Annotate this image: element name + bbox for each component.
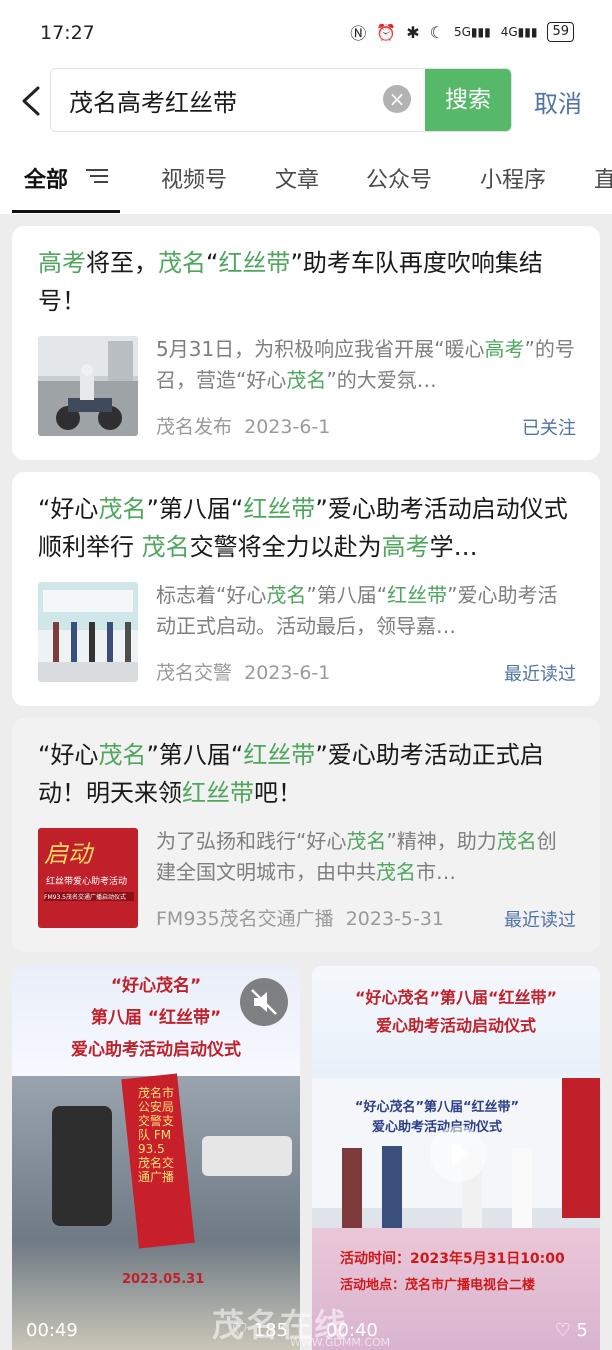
- article-source: 茂名发布 2023-6-1: [156, 416, 331, 438]
- read-status[interactable]: 最近读过: [504, 906, 576, 932]
- keyword-highlight: 茂名: [266, 583, 307, 607]
- ceremony-photo: [38, 582, 138, 682]
- text-segment: “: [206, 249, 219, 277]
- status-bar: 17:27 Ⓝ ⏰ ✱ ☾ 5G▮▮▮ 4G▮▮▮ 59: [0, 0, 612, 66]
- text-segment: 标志着“好心: [156, 583, 267, 607]
- keyword-highlight: 高考: [381, 533, 430, 561]
- search-button[interactable]: 搜索: [425, 69, 511, 131]
- follow-status[interactable]: 已关注: [522, 414, 576, 440]
- article-card[interactable]: 高考将至，茂名“红丝带”助考车队再度吹响集结号！ 5月31日，为积极响应我省开展…: [12, 226, 600, 460]
- text-segment: 学…: [429, 533, 478, 561]
- banner-line: 爱心助考活动启动仪式: [375, 1016, 536, 1035]
- battery-icon: 59: [547, 22, 574, 42]
- info-time: 活动时间：2023年5月31日10:00: [340, 1251, 565, 1267]
- thumb-small-text: FM93.5茂名交通广播启动仪式: [44, 892, 134, 901]
- article-summary: 5月31日，为积极响应我省开展“暖心高考”的号召，营造“好心茂名”的大爱氛…: [156, 334, 576, 396]
- moon-icon: ☾: [429, 22, 444, 42]
- keyword-highlight: 茂名: [158, 249, 206, 277]
- search-row: 茂名高考红丝带 × 搜索 取消: [0, 66, 612, 138]
- article-thumbnail: [38, 336, 138, 436]
- thumb-line-text: 红丝带爱心助考活动: [46, 877, 128, 887]
- cancel-button[interactable]: 取消: [534, 84, 582, 119]
- clear-icon[interactable]: ×: [383, 85, 411, 113]
- text-segment: ”的大爱氛…: [326, 368, 437, 392]
- article-title: “好心茂名”第八届“红丝带”爱心助考活动正式启动！明天来领红丝带吧！: [38, 736, 578, 812]
- keyword-highlight: 红丝带: [182, 779, 254, 807]
- bluetooth-icon: ✱: [406, 22, 420, 42]
- keyword-highlight: 红丝带: [218, 249, 291, 277]
- text-segment: 吧！: [254, 779, 302, 807]
- keyword-highlight: 高考: [484, 337, 525, 361]
- text-segment: ”精神，助力: [386, 829, 497, 853]
- article-card[interactable]: “好心茂名”第八届“红丝带”爱心助考活动正式启动！明天来领红丝带吧！ 启动 红丝…: [12, 718, 600, 952]
- text-segment: 5月31日，为积极响应我省开展“暖心: [156, 337, 485, 361]
- tab-mini-programs[interactable]: 小程序: [480, 162, 546, 194]
- date-overlay: 2023.05.31: [122, 1272, 205, 1287]
- text-segment: ”第八届“: [146, 741, 244, 769]
- video-frame: “好心茂名”第八届“红丝带” 爱心助考活动启动仪式 活动时间：2023年5月31…: [312, 1078, 600, 1350]
- article-source: 茂名交警 2023-6-1: [156, 662, 331, 684]
- search-box: 茂名高考红丝带 × 搜索: [50, 68, 512, 132]
- filter-icon[interactable]: [86, 168, 108, 184]
- text-segment: 为了弘扬和践行“好心: [156, 829, 347, 853]
- text-segment: 市…: [416, 860, 456, 884]
- mute-icon[interactable]: [240, 978, 288, 1026]
- keyword-highlight: 茂名: [98, 495, 147, 523]
- text-segment: 将至，: [86, 249, 158, 277]
- video-tile[interactable]: “好心茂名”第八届“红丝带” 爱心助考活动启动仪式 “好心茂名”第八届“红丝带”…: [312, 966, 600, 1350]
- article-source: FM935茂名交通广播 2023-5-31: [156, 908, 445, 930]
- tab-official-accounts[interactable]: 公众号: [366, 162, 432, 194]
- watermark-url: WWW.GDMM.COM: [290, 1336, 391, 1349]
- nfc-icon: Ⓝ: [350, 24, 367, 43]
- keyword-highlight: 茂名: [286, 368, 327, 392]
- text-segment: ”第八届“: [306, 583, 388, 607]
- tab-articles[interactable]: 文章: [275, 162, 319, 194]
- keyword-highlight: 红丝带: [387, 583, 448, 607]
- article-thumbnail: 启动 红丝带爱心助考活动 FM93.5茂名交通广播启动仪式: [38, 828, 138, 928]
- search-input[interactable]: 茂名高考红丝带: [69, 83, 237, 118]
- article-title: “好心茂名”第八届“红丝带”爱心助考活动启动仪式顺利举行 茂名交警将全力以赴为高…: [38, 490, 578, 566]
- text-segment: 交警将全力以赴为: [189, 533, 382, 561]
- ribbon-text: 茂名市公安局交警支队 FM93.5 茂名交通广播: [138, 1086, 175, 1184]
- keyword-highlight: 茂名: [141, 533, 190, 561]
- tab-channels[interactable]: 视频号: [161, 162, 227, 194]
- video-tile[interactable]: “好心茂名” 第八届 “红丝带” 爱心助考活动启动仪式 茂名市公安局交警支队 F…: [12, 966, 300, 1350]
- keyword-highlight: 高考: [38, 249, 86, 277]
- text-segment: “好心: [38, 741, 99, 769]
- article-thumbnail: [38, 582, 138, 682]
- signal-5g-icon: 5G▮▮▮: [453, 25, 491, 39]
- back-arrow-icon[interactable]: [18, 84, 46, 118]
- video-banner: “好心茂名”第八届“红丝带” 爱心助考活动启动仪式: [312, 966, 600, 1078]
- keyword-highlight: 茂名: [346, 829, 387, 853]
- article-card[interactable]: “好心茂名”第八届“红丝带”爱心助考活动启动仪式顺利举行 茂名交警将全力以赴为高…: [12, 472, 600, 706]
- read-status[interactable]: 最近读过: [504, 660, 576, 686]
- keyword-highlight: 茂名: [376, 860, 416, 884]
- keyword-highlight: 红丝带: [243, 495, 316, 523]
- keyword-highlight: 茂名: [496, 829, 537, 853]
- text-segment: ”第八届“: [146, 495, 244, 523]
- text-segment: “好心: [38, 495, 99, 523]
- filter-tabs: 全部 视频号 文章 公众号 小程序 直: [0, 138, 612, 214]
- banner-line: 爱心助考活动启动仪式: [71, 1040, 241, 1060]
- video-likes: ♡ 5: [554, 1320, 588, 1341]
- article-summary: 标志着“好心茂名”第八届“红丝带”爱心助考活动正式启动。活动最后，领导嘉…: [156, 580, 576, 642]
- banner-line: “好心茂名”第八届“红丝带”: [354, 988, 558, 1007]
- stage-line: “好心茂名”第八届“红丝带”: [354, 1100, 520, 1115]
- video-duration: 00:49: [26, 1320, 78, 1341]
- keyword-highlight: 茂名: [98, 741, 147, 769]
- alarm-icon: ⏰: [376, 22, 397, 42]
- info-place: 活动地点：茂名市广播电视台二楼: [340, 1278, 536, 1293]
- article-summary: 为了弘扬和践行“好心茂名”精神，助力茂名创建全国文明城市，由中共茂名市…: [156, 826, 576, 888]
- signal-4g-icon: 4G▮▮▮: [500, 25, 538, 39]
- keyword-highlight: 红丝带: [243, 741, 316, 769]
- motorcycle-photo: [38, 336, 138, 436]
- status-icons: Ⓝ ⏰ ✱ ☾ 5G▮▮▮ 4G▮▮▮ 59: [350, 20, 574, 44]
- active-tab-indicator: [12, 210, 120, 213]
- article-title: 高考将至，茂名“红丝带”助考车队再度吹响集结号！: [38, 244, 578, 320]
- status-time: 17:27: [40, 22, 95, 44]
- tab-all[interactable]: 全部: [24, 162, 68, 194]
- tab-live[interactable]: 直: [594, 162, 612, 194]
- play-icon[interactable]: [430, 1126, 486, 1182]
- thumb-big-text: 启动: [44, 840, 92, 868]
